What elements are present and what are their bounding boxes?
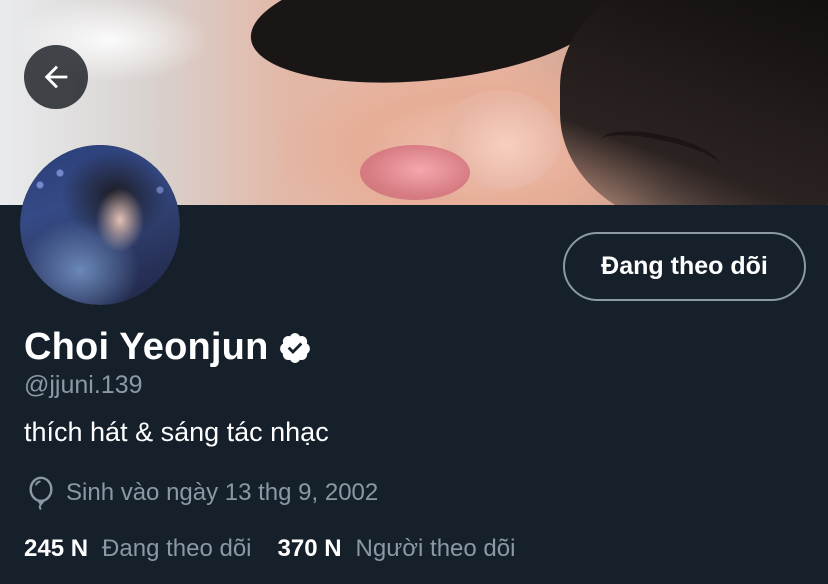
followers-label: Người theo dõi bbox=[355, 535, 516, 562]
following-label: Đang theo dõi bbox=[102, 535, 252, 562]
avatar-image-detail bbox=[20, 145, 180, 305]
display-name: Choi Yeonjun bbox=[24, 326, 269, 368]
name-row: Choi Yeonjun bbox=[24, 326, 312, 369]
username-handle: @jjuni.139 bbox=[24, 371, 143, 399]
followers-count: 370 N bbox=[277, 535, 342, 562]
banner-photo-detail bbox=[560, 0, 828, 205]
following-button[interactable]: Đang theo dõi bbox=[563, 232, 806, 301]
verified-badge-icon bbox=[280, 332, 311, 363]
following-stat-link[interactable]: 245 N Đang theo dõi bbox=[24, 535, 252, 563]
follow-stats: 245 N Đang theo dõi 370 N Người theo dõi bbox=[24, 535, 515, 563]
banner-photo-detail bbox=[360, 145, 470, 200]
birthday-row: Sinh vào ngày 13 thg 9, 2002 bbox=[26, 476, 378, 510]
profile-bio: thích hát & sáng tác nhạc bbox=[24, 417, 329, 447]
avatar[interactable] bbox=[20, 145, 180, 305]
arrow-left-icon bbox=[44, 65, 68, 89]
following-button-label: Đang theo dõi bbox=[601, 252, 768, 280]
balloon-icon bbox=[29, 476, 53, 510]
back-button[interactable] bbox=[24, 45, 88, 109]
following-count: 245 N bbox=[24, 535, 89, 562]
birthday-text: Sinh vào ngày 13 thg 9, 2002 bbox=[66, 479, 379, 506]
followers-stat-link[interactable]: 370 N Người theo dõi bbox=[278, 535, 516, 563]
